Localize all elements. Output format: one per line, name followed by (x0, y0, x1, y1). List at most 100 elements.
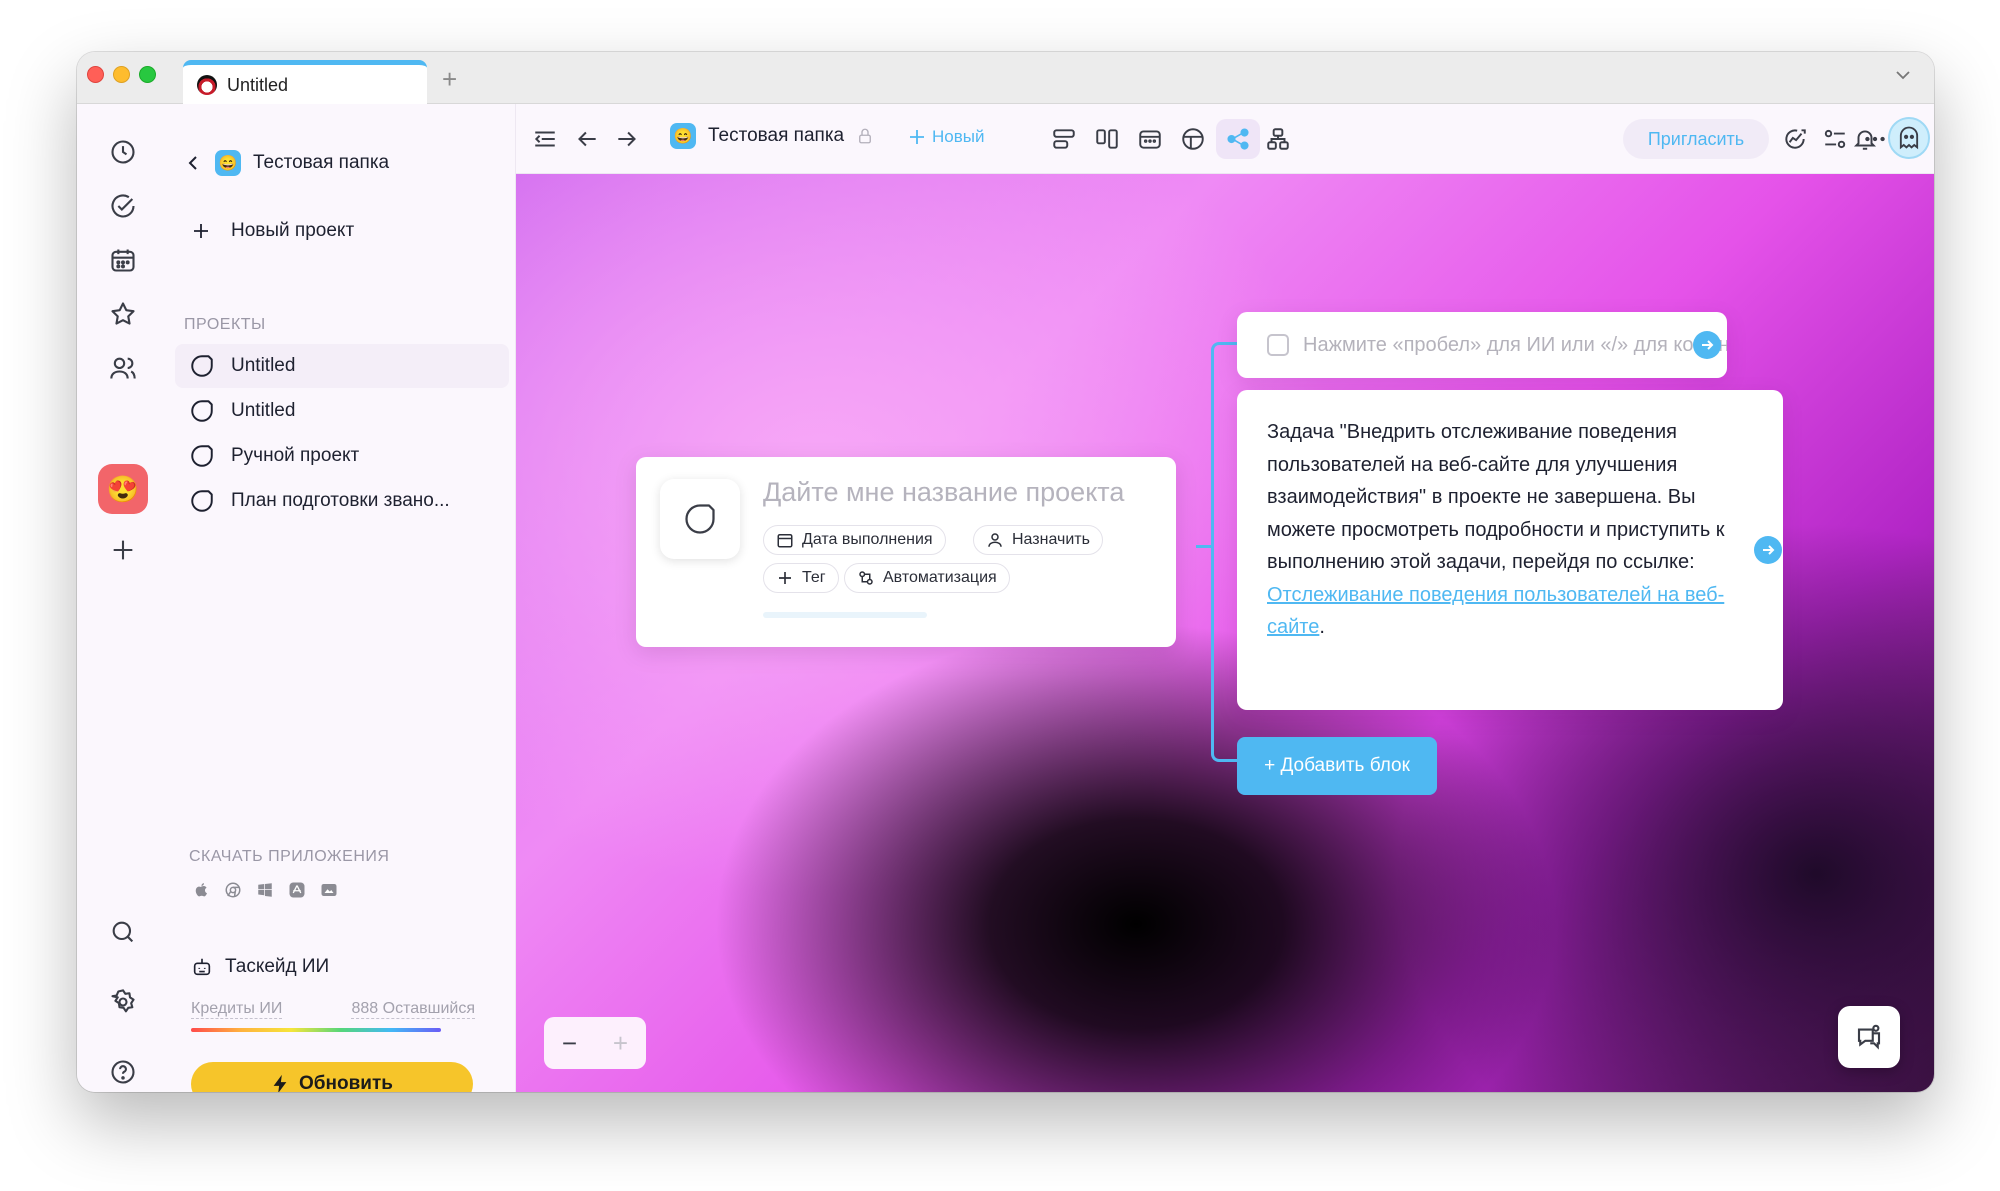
task-card[interactable]: Задача "Внедрить отслеживание поведения … (1237, 390, 1783, 710)
breadcrumb-emoji-badge: 😄 (670, 123, 696, 149)
new-tab-button[interactable]: + (442, 64, 457, 95)
workspace-avatar[interactable]: 😍 (98, 464, 148, 514)
ai-credits-bar (191, 1028, 441, 1032)
assign-chip[interactable]: Назначить (973, 525, 1103, 555)
project-icon (191, 355, 213, 377)
expand-arrow-icon[interactable] (1693, 331, 1721, 359)
org-chart-view-icon[interactable] (1261, 122, 1295, 156)
app-logo-icon (197, 75, 217, 95)
android-icon[interactable] (319, 880, 339, 900)
breadcrumb[interactable]: 😄 Тестовая папка (670, 123, 874, 149)
new-project-button[interactable]: Новый проект (193, 220, 354, 242)
list-view-icon[interactable] (1047, 122, 1081, 156)
app-store-icon[interactable] (287, 880, 307, 900)
ai-credits-label: Кредиты ИИ (191, 1000, 283, 1019)
projects-section-label: ПРОЕКТЫ (184, 316, 266, 333)
table-view-icon[interactable] (1176, 122, 1210, 156)
new-item-button[interactable]: Новый (908, 127, 984, 147)
invite-button[interactable]: Пригласить (1623, 119, 1769, 159)
back-chevron-icon[interactable] (185, 154, 203, 172)
chrome-icon[interactable] (223, 880, 243, 900)
download-apps-row (191, 880, 339, 900)
tag-chip[interactable]: Тег (763, 563, 839, 593)
new-project-label: Новый проект (231, 220, 355, 241)
new-task-input-card[interactable]: Нажмите «пробел» для ИИ или «/» для кома… (1237, 312, 1727, 378)
assign-label: Назначить (1012, 531, 1090, 548)
calendar-icon[interactable] (103, 240, 143, 280)
plus-icon (910, 130, 924, 144)
close-window-button[interactable] (87, 66, 104, 83)
project-icon[interactable] (660, 479, 740, 559)
board-view-icon[interactable] (1090, 122, 1124, 156)
upgrade-button[interactable]: Обновить (191, 1062, 473, 1092)
minimize-window-button[interactable] (113, 66, 130, 83)
project-icon (191, 400, 213, 422)
zoom-out-button[interactable]: − (562, 1028, 577, 1059)
new-item-label: Новый (932, 127, 985, 146)
folder-header[interactable]: 😄 Тестовая папка (185, 150, 389, 176)
ai-credits-row: Кредиты ИИ 888 Оставшийся (191, 1000, 475, 1019)
add-block-button[interactable]: + Добавить блок (1237, 737, 1437, 795)
tab-list-dropdown-icon[interactable] (1894, 66, 1912, 89)
task-checkbox[interactable] (1267, 334, 1289, 356)
apple-icon[interactable] (191, 880, 211, 900)
windows-icon[interactable] (255, 880, 275, 900)
activity-chart-icon[interactable] (1778, 122, 1812, 156)
browser-tab[interactable]: Untitled (183, 60, 427, 105)
favorites-star-icon[interactable] (103, 294, 143, 334)
back-arrow-icon[interactable] (570, 122, 604, 156)
mindmap-canvas[interactable]: Дайте мне название проекта Дата выполнен… (516, 174, 1934, 1092)
tag-label: Тег (802, 569, 826, 586)
project-item[interactable]: Untitled (175, 344, 509, 388)
project-progress-bar (763, 612, 927, 618)
title-bar: Untitled + (77, 52, 1934, 105)
project-name-placeholder[interactable]: Дайте мне название проекта (763, 477, 1124, 508)
project-list: Untitled Untitled Ручной проект План под… (175, 344, 509, 524)
search-icon[interactable] (103, 912, 143, 952)
project-item-label: План подготовки звано... (231, 490, 450, 511)
new-task-input[interactable]: Нажмите «пробел» для ИИ или «/» для кома… (1303, 334, 1727, 357)
project-icon (191, 445, 213, 467)
project-root-card[interactable]: Дайте мне название проекта Дата выполнен… (636, 457, 1176, 647)
download-apps-label: СКАЧАТЬ ПРИЛОЖЕНИЯ (189, 848, 390, 865)
app-window: Untitled + 😍 😄 Тестовая папка Новый прое… (77, 52, 1934, 1092)
ai-section-title: Таскейд ИИ (191, 956, 329, 978)
zoom-in-button[interactable]: + (613, 1028, 628, 1059)
people-icon[interactable] (103, 348, 143, 388)
lock-icon (859, 128, 872, 144)
notifications-bell-icon[interactable] (1848, 122, 1882, 156)
settings-gear-icon[interactable] (103, 982, 143, 1022)
top-toolbar: 😄 Тестовая папка Новый Пригласить (516, 104, 1934, 174)
collapse-sidebar-icon[interactable] (528, 122, 562, 156)
branch-connector (1211, 342, 1237, 762)
upgrade-label: Обновить (299, 1073, 393, 1092)
ghost-avatar-icon (1899, 126, 1919, 150)
automation-chip[interactable]: Автоматизация (844, 563, 1010, 593)
task-text-end: . (1319, 616, 1325, 638)
due-date-label: Дата выполнения (802, 531, 933, 548)
forward-arrow-icon[interactable] (610, 122, 644, 156)
automation-label: Автоматизация (883, 569, 997, 586)
project-item[interactable]: Ручной проект (175, 434, 509, 478)
help-question-icon[interactable] (103, 1052, 143, 1092)
mindmap-view-icon[interactable] (1216, 119, 1260, 159)
plus-icon (194, 224, 208, 238)
add-workspace-plus-icon[interactable] (103, 530, 143, 570)
user-icon (988, 533, 1002, 547)
folder-title: Тестовая папка (253, 152, 390, 173)
recent-clock-icon[interactable] (103, 132, 143, 172)
project-item[interactable]: План подготовки звано... (175, 479, 509, 523)
icon-rail: 😍 (77, 104, 169, 1092)
calendar-view-icon[interactable] (1133, 122, 1167, 156)
filter-icon[interactable] (1818, 122, 1852, 156)
user-avatar[interactable] (1888, 117, 1930, 159)
tasks-check-icon[interactable] (103, 186, 143, 226)
chat-support-button[interactable] (1838, 1006, 1900, 1068)
due-date-chip[interactable]: Дата выполнения (763, 525, 946, 555)
calendar-icon (777, 534, 793, 548)
expand-arrow-icon[interactable] (1754, 536, 1782, 564)
project-item[interactable]: Untitled (175, 389, 509, 433)
maximize-window-button[interactable] (139, 66, 156, 83)
chat-bot-icon (1857, 1024, 1881, 1050)
task-link[interactable]: Отслеживание поведения пользователей на … (1267, 584, 1724, 639)
